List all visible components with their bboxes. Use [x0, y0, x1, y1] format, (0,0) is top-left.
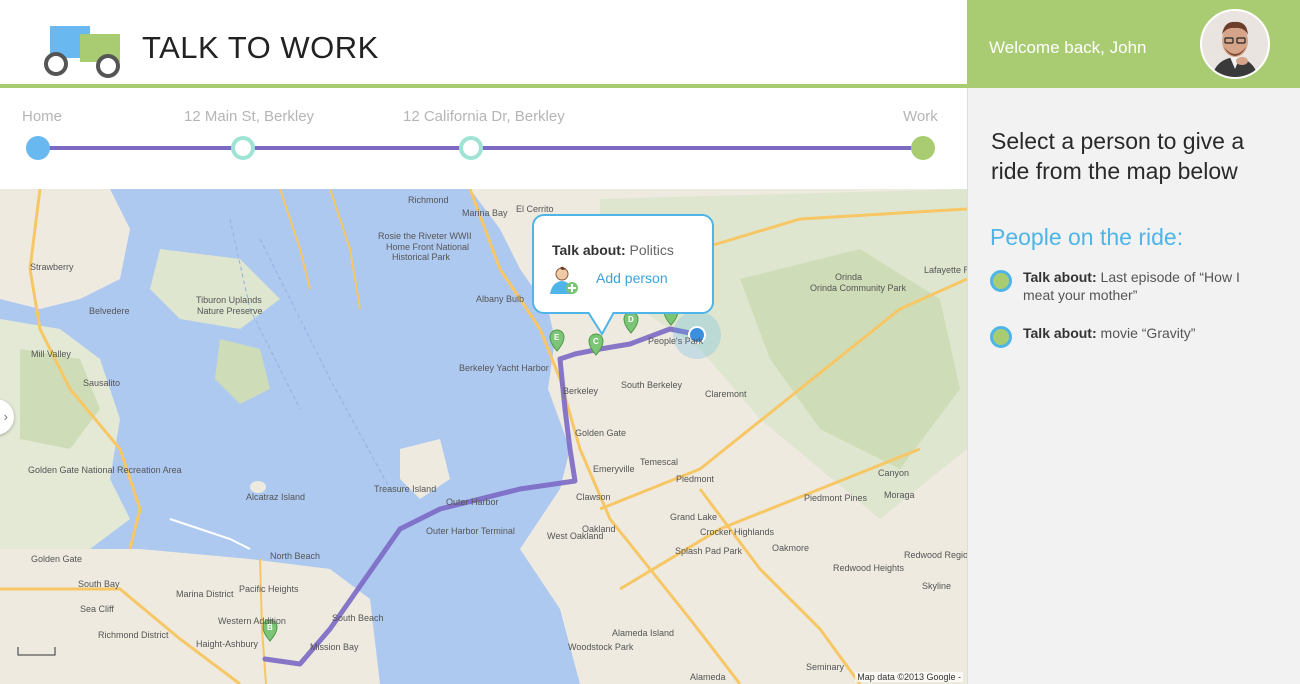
map-place-label: People's Park: [648, 336, 704, 346]
stop-label-main-st: 12 Main St, Berkley: [184, 108, 315, 125]
map-credit: Map data ©2013 Google -: [855, 672, 963, 682]
person-description: Talk about: movie “Gravity”: [1023, 324, 1268, 342]
map-place-label: Historical Park: [392, 252, 451, 262]
app-title: TALK TO WORK: [142, 30, 379, 65]
map-place-label: Golden Gate: [31, 554, 82, 564]
person-topic: movie “Gravity”: [1100, 325, 1196, 341]
popup-tail: [588, 312, 615, 336]
stop-label-california-dr: 12 California Dr, Berkley: [403, 108, 565, 125]
map-place-label: El Cerrito: [516, 204, 554, 214]
map-place-label: South Berkeley: [621, 380, 683, 390]
truck-logo-icon[interactable]: [40, 22, 126, 80]
map-place-label: Western Addition: [218, 616, 286, 626]
stop-home-marker[interactable]: [26, 136, 50, 160]
route-progress: Home 12 Main St, Berkley 12 California D…: [0, 92, 967, 189]
map-place-label: Outer Harbor Terminal: [426, 526, 515, 536]
map-place-label: Redwood Heights: [833, 563, 905, 573]
map-place-label: Moraga: [884, 490, 915, 500]
map-place-label: Richmond: [408, 195, 449, 205]
user-header: Welcome back, John: [967, 0, 1300, 88]
map-place-label: Splash Pad Park: [675, 546, 743, 556]
map-place-label: Woodstock Park: [568, 642, 634, 652]
map-place-label: Home Front National: [386, 242, 469, 252]
map-place-label: Piedmont Pines: [804, 493, 868, 503]
map-place-label: Nature Preserve: [197, 306, 263, 316]
stop-label-work: Work: [903, 108, 938, 125]
map-place-label: Richmond District: [98, 630, 169, 640]
map-place-label: Canyon: [878, 468, 909, 478]
stop-main-st-marker[interactable]: [231, 136, 255, 160]
popup-topic: Talk about: Politics: [552, 242, 674, 258]
map-place-label: Grand Lake: [670, 512, 717, 522]
person-status-dot: [990, 270, 1012, 292]
map-place-label: Albany Bulb: [476, 294, 524, 304]
map-place-label: Haight-Ashbury: [196, 639, 259, 649]
map-place-label: South Bay: [78, 579, 120, 589]
map-place-label: Lafayette Reservoir Recreation Area: [924, 265, 967, 275]
map-place-label: Marina District: [176, 589, 234, 599]
map-place-label: Crocker Highlands: [700, 527, 775, 537]
map-place-label: Golden Gate: [575, 428, 626, 438]
route-map[interactable]: A D C E B El CerritoRichmondMarina BayRo…: [0, 189, 967, 684]
map-place-label: Treasure Island: [374, 484, 436, 494]
map-place-label: South Beach: [332, 613, 384, 623]
map-place-label: Alameda Island: [612, 628, 674, 638]
map-place-label: Piedmont: [676, 474, 715, 484]
map-place-label: Belvedere: [89, 306, 130, 316]
map-place-label: North Beach: [270, 551, 320, 561]
map-place-label: Mission Bay: [310, 642, 359, 652]
map-place-label: Sea Cliff: [80, 604, 114, 614]
svg-text:D: D: [628, 315, 634, 324]
map-place-label: Oakland: [582, 524, 616, 534]
map-place-label: Seminary: [806, 662, 845, 672]
map-place-label: Alameda: [690, 672, 726, 682]
map-place-label: Oakmore: [772, 543, 809, 553]
map-place-label: Sausalito: [83, 378, 120, 388]
map-place-label: Temescal: [640, 457, 678, 467]
svg-text:C: C: [593, 337, 599, 346]
map-place-label: Claremont: [705, 389, 747, 399]
person-label: Talk about:: [1023, 269, 1097, 285]
map-place-label: Alcatraz Island: [246, 492, 305, 502]
person-label: Talk about:: [1023, 325, 1097, 341]
app-root: TALK TO WORK Welcome back, John Home 12 …: [0, 0, 1300, 684]
sidebar: Select a person to give a ride from the …: [967, 88, 1300, 684]
instructions-text: Select a person to give a ride from the …: [991, 128, 1245, 184]
welcome-message: Welcome back, John: [989, 38, 1147, 57]
map-place-label: Marina Bay: [462, 208, 508, 218]
map-place-label: Emeryville: [593, 464, 635, 474]
map-place-label: Tiburon Uplands: [196, 295, 262, 305]
map-place-label: Redwood Regional Park: [904, 550, 967, 560]
svg-text:E: E: [554, 333, 560, 342]
stop-california-dr-marker[interactable]: [459, 136, 483, 160]
stop-work-marker[interactable]: [911, 136, 935, 160]
map-place-label: Berkeley: [563, 386, 599, 396]
add-person-icon[interactable]: [548, 264, 580, 296]
stop-label-home: Home: [22, 108, 63, 125]
user-avatar-image: [1202, 11, 1268, 77]
user-avatar[interactable]: [1200, 9, 1270, 79]
map-place-label: Clawson: [576, 492, 611, 502]
person-status-dot: [990, 326, 1012, 348]
add-person-link[interactable]: Add person: [596, 270, 668, 286]
map-place-label: Outer Harbor: [446, 497, 499, 507]
app-header: TALK TO WORK: [0, 0, 967, 88]
map-place-label: Berkeley Yacht Harbor: [459, 363, 549, 373]
map-canvas[interactable]: A D C E B El CerritoRichmondMarina BayRo…: [0, 189, 967, 684]
map-place-label: Orinda: [835, 272, 862, 282]
person-popup[interactable]: Talk about: Politics Add person: [532, 214, 714, 314]
person-description: Talk about: Last episode of “How I meat …: [1023, 268, 1268, 304]
map-place-label: Orinda Community Park: [810, 283, 907, 293]
map-place-label: Golden Gate National Recreation Area: [28, 465, 182, 475]
popup-topic-value: Politics: [629, 242, 674, 258]
map-place-label: Mill Valley: [31, 349, 71, 359]
people-heading: People on the ride:: [990, 224, 1184, 250]
popup-topic-label: Talk about:: [552, 242, 626, 258]
map-place-label: Skyline: [922, 581, 951, 591]
map-place-label: Rosie the Riveter WWII: [378, 231, 472, 241]
map-place-label: Strawberry: [30, 262, 74, 272]
map-place-label: Pacific Heights: [239, 584, 299, 594]
